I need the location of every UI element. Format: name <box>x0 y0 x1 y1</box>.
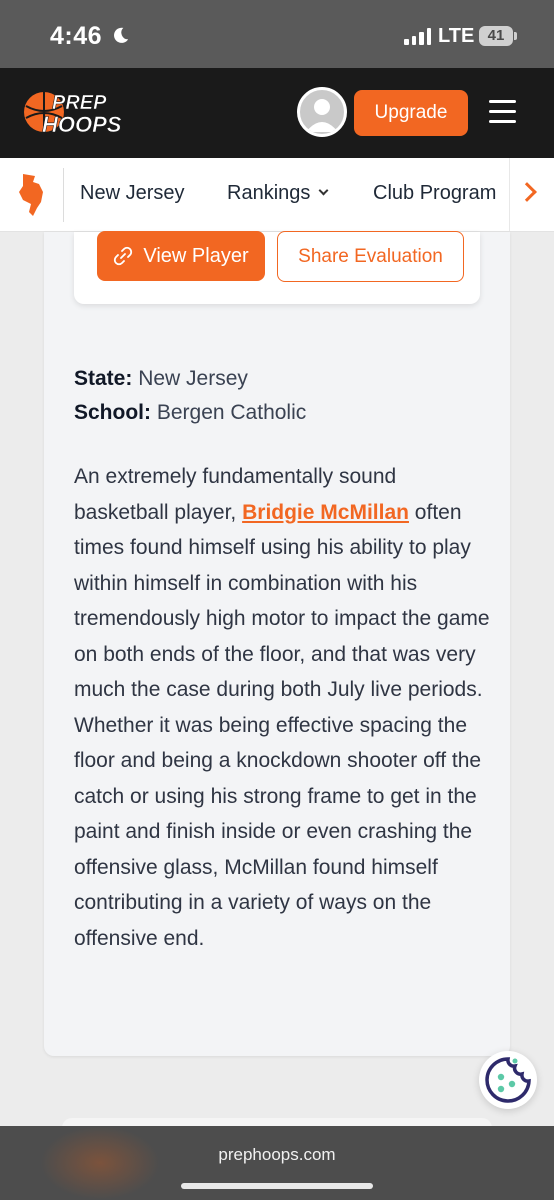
school-value: Bergen Catholic <box>156 401 307 424</box>
status-time: 4:46 <box>50 22 103 50</box>
network-type: LTE <box>438 25 475 47</box>
school-info: School: Bergen Catholic <box>74 401 306 425</box>
menu-icon[interactable] <box>489 100 516 124</box>
nav-item-new-jersey[interactable]: New Jersey <box>80 182 184 205</box>
upgrade-button[interactable]: Upgrade <box>354 90 468 136</box>
nav-item-rankings-label: Rankings <box>227 182 311 204</box>
avatar-icon[interactable] <box>297 87 347 137</box>
link-icon <box>114 246 133 266</box>
chevron-down-icon <box>318 185 329 196</box>
view-player-label: View Player <box>143 244 249 267</box>
battery-level: 41 <box>487 27 505 44</box>
state-nav: New Jersey Rankings Club Program <box>0 158 554 232</box>
chevron-right-icon <box>517 182 537 202</box>
site-header: PREP HOOPS <box>0 68 554 158</box>
logo[interactable]: PREP HOOPS <box>22 88 134 136</box>
logo-line1: PREP <box>52 92 107 114</box>
home-indicator <box>181 1183 373 1189</box>
url-text: prephoops.com <box>218 1145 336 1164</box>
cookie-icon <box>485 1057 531 1103</box>
school-label: School: <box>74 401 151 424</box>
nav-scroll-right-button[interactable] <box>509 158 554 231</box>
nav-item-rankings[interactable]: Rankings <box>227 182 329 205</box>
evaluation-text-body: often times found himself using his abil… <box>74 500 490 950</box>
state-info: State: New Jersey <box>74 367 248 391</box>
signal-icon <box>404 28 431 45</box>
state-value: New Jersey <box>138 367 248 390</box>
status-bar: 4:46 LTE 41 <box>0 0 554 68</box>
nav-item-club-program[interactable]: Club Program <box>373 182 507 205</box>
player-link[interactable]: Bridgie McMillan <box>242 501 409 524</box>
evaluation-text: An extremely fundamentally sound basketb… <box>74 459 494 956</box>
nav-divider <box>63 168 64 222</box>
state-map-icon[interactable] <box>17 172 47 218</box>
view-player-button[interactable]: View Player <box>97 231 265 281</box>
state-label: State: <box>74 367 133 390</box>
logo-line2: HOOPS <box>42 112 122 136</box>
moon-icon <box>114 27 129 43</box>
battery-tip <box>514 32 517 40</box>
cookie-settings-button[interactable] <box>479 1051 537 1109</box>
battery-icon: 41 <box>479 26 513 46</box>
share-evaluation-button[interactable]: Share Evaluation <box>277 231 464 282</box>
